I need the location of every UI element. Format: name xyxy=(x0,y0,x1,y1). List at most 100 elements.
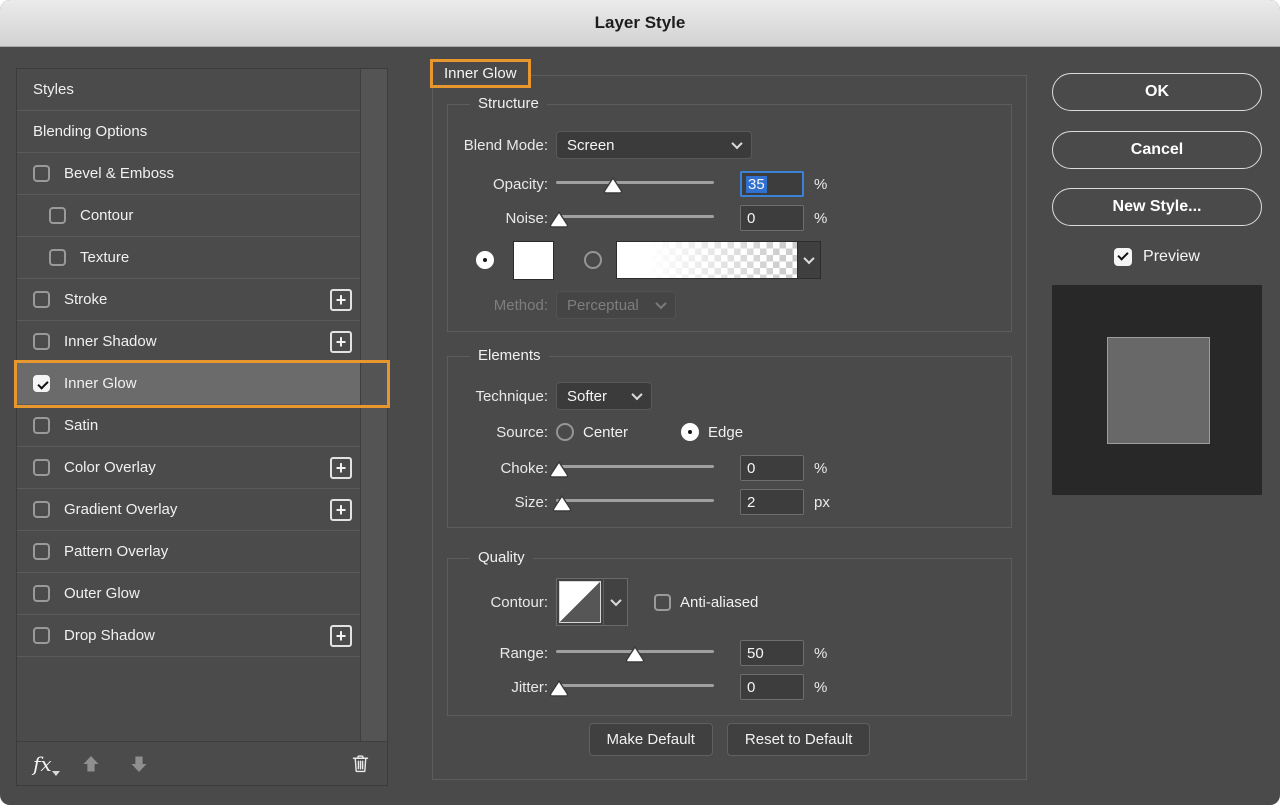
structure-section: Structure Blend Mode: Screen Opacity: xyxy=(447,104,1012,332)
contour-picker[interactable] xyxy=(556,578,628,626)
quality-section: Quality Contour: Anti-aliased Range: xyxy=(447,558,1012,716)
size-input[interactable]: 2 xyxy=(740,489,804,515)
size-slider[interactable] xyxy=(556,492,714,512)
style-enable-checkbox[interactable] xyxy=(33,375,50,392)
sidebar-item-drop-shadow[interactable]: Drop Shadow + xyxy=(17,615,360,657)
sidebar-item-label: Blending Options xyxy=(33,123,147,140)
range-slider[interactable] xyxy=(556,643,714,663)
reset-to-default-button[interactable]: Reset to Default xyxy=(727,723,871,756)
jitter-slider-thumb[interactable] xyxy=(549,680,569,697)
add-effect-button[interactable]: + xyxy=(330,457,352,479)
opacity-slider[interactable] xyxy=(556,174,714,194)
style-enable-checkbox[interactable] xyxy=(33,417,50,434)
sidebar-item-label: Texture xyxy=(80,249,129,266)
sidebar-scrollbar[interactable] xyxy=(360,69,387,741)
sidebar-item-label: Inner Glow xyxy=(64,375,137,392)
style-enable-checkbox[interactable] xyxy=(33,543,50,560)
size-value: 2 xyxy=(747,494,755,511)
new-style-button[interactable]: New Style... xyxy=(1052,188,1262,226)
style-enable-checkbox[interactable] xyxy=(33,459,50,476)
range-slider-thumb[interactable] xyxy=(625,646,645,663)
size-slider-thumb[interactable] xyxy=(552,495,572,512)
chevron-down-icon xyxy=(731,138,742,149)
sidebar-item-inner-glow[interactable]: Inner Glow xyxy=(17,363,360,405)
style-enable-checkbox[interactable] xyxy=(33,291,50,308)
sidebar-item-styles[interactable]: Styles xyxy=(17,69,360,111)
ok-button[interactable]: OK xyxy=(1052,73,1262,111)
gradient-picker[interactable] xyxy=(616,241,821,279)
delete-effect-icon[interactable] xyxy=(350,753,371,774)
sidebar-item-label: Bevel & Emboss xyxy=(64,165,174,182)
sidebar-item-pattern-overlay[interactable]: Pattern Overlay xyxy=(17,531,360,573)
sidebar-item-gradient-overlay[interactable]: Gradient Overlay + xyxy=(17,489,360,531)
opacity-input[interactable]: 35 xyxy=(740,171,804,197)
add-effect-button[interactable]: + xyxy=(330,625,352,647)
noise-slider-thumb[interactable] xyxy=(549,211,569,228)
contour-thumbnail[interactable] xyxy=(559,581,601,623)
fx-menu-icon[interactable]: fx xyxy=(33,752,52,776)
add-effect-button[interactable]: + xyxy=(330,289,352,311)
sidebar-item-blending-options[interactable]: Blending Options xyxy=(17,111,360,153)
sidebar-item-satin[interactable]: Satin xyxy=(17,405,360,447)
anti-aliased-checkbox[interactable] xyxy=(654,594,671,611)
style-enable-checkbox[interactable] xyxy=(33,165,50,182)
noise-input[interactable]: 0 xyxy=(740,205,804,231)
style-enable-checkbox[interactable] xyxy=(49,249,66,266)
sidebar-item-texture[interactable]: Texture xyxy=(17,237,360,279)
add-effect-button[interactable]: + xyxy=(330,331,352,353)
style-enable-checkbox[interactable] xyxy=(33,585,50,602)
preview-label: Preview xyxy=(1143,248,1200,266)
style-enable-checkbox[interactable] xyxy=(33,501,50,518)
solid-color-radio[interactable] xyxy=(476,251,494,269)
sidebar-item-contour[interactable]: Contour xyxy=(17,195,360,237)
sidebar-item-label: Satin xyxy=(64,417,98,434)
contour-dropdown-button[interactable] xyxy=(603,579,627,625)
choke-slider-thumb[interactable] xyxy=(549,461,569,478)
move-effect-up-icon[interactable] xyxy=(82,755,100,773)
sidebar-item-label: Outer Glow xyxy=(64,585,140,602)
sidebar-item-label: Inner Shadow xyxy=(64,333,157,350)
noise-slider[interactable] xyxy=(556,208,714,228)
source-edge-radio[interactable] xyxy=(681,423,699,441)
sidebar-item-inner-shadow[interactable]: Inner Shadow + xyxy=(17,321,360,363)
dialog-titlebar[interactable]: Layer Style xyxy=(0,0,1280,47)
contour-label: Contour: xyxy=(448,594,548,611)
gradient-dropdown-button[interactable] xyxy=(797,242,820,278)
glow-color-swatch[interactable] xyxy=(513,241,554,280)
choke-input[interactable]: 0 xyxy=(740,455,804,481)
jitter-input[interactable]: 0 xyxy=(740,674,804,700)
style-enable-checkbox[interactable] xyxy=(33,333,50,350)
chevron-down-icon xyxy=(803,253,814,264)
move-effect-down-icon[interactable] xyxy=(130,755,148,773)
style-enable-checkbox[interactable] xyxy=(49,207,66,224)
jitter-slider[interactable] xyxy=(556,677,714,697)
sidebar-item-outer-glow[interactable]: Outer Glow xyxy=(17,573,360,615)
quality-legend: Quality xyxy=(470,549,533,566)
make-default-button[interactable]: Make Default xyxy=(589,723,713,756)
size-label: Size: xyxy=(448,494,548,511)
source-edge-label: Edge xyxy=(708,424,743,441)
preview-checkbox[interactable] xyxy=(1114,248,1132,266)
dialog-body: Styles Blending Options Bevel & Emboss C… xyxy=(0,47,1280,805)
source-label: Source: xyxy=(448,424,548,441)
choke-slider[interactable] xyxy=(556,458,714,478)
opacity-slider-thumb[interactable] xyxy=(603,177,623,194)
elements-legend: Elements xyxy=(470,347,549,364)
gradient-radio[interactable] xyxy=(584,251,602,269)
add-effect-button[interactable]: + xyxy=(330,499,352,521)
gradient-preview[interactable] xyxy=(617,242,797,278)
sidebar-item-color-overlay[interactable]: Color Overlay + xyxy=(17,447,360,489)
sidebar-item-stroke[interactable]: Stroke + xyxy=(17,279,360,321)
sidebar-item-label: Stroke xyxy=(64,291,107,308)
sidebar-item-label: Pattern Overlay xyxy=(64,543,168,560)
cancel-button[interactable]: Cancel xyxy=(1052,131,1262,169)
source-center-radio[interactable] xyxy=(556,423,574,441)
styles-list: Styles Blending Options Bevel & Emboss C… xyxy=(17,69,360,657)
chevron-down-icon xyxy=(610,595,621,606)
sidebar-item-bevel-emboss[interactable]: Bevel & Emboss xyxy=(17,153,360,195)
choke-value: 0 xyxy=(747,460,755,477)
technique-select[interactable]: Softer xyxy=(556,382,652,410)
blend-mode-select[interactable]: Screen xyxy=(556,131,752,159)
style-enable-checkbox[interactable] xyxy=(33,627,50,644)
range-input[interactable]: 50 xyxy=(740,640,804,666)
